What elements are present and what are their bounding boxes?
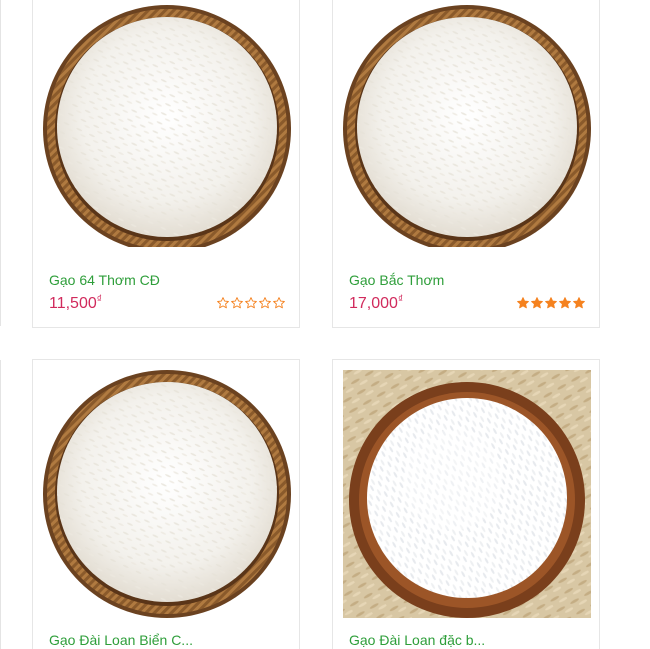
product-grid: Gạo 64 Thơm CĐ 11,500₫ Gạo Bắc Thơm 17,0… xyxy=(0,0,650,649)
star-rating xyxy=(217,297,285,309)
product-title[interactable]: Gạo Đài Loan đặc b... xyxy=(349,632,485,648)
rice-basket-icon[interactable] xyxy=(43,370,291,618)
product-title[interactable]: Gạo Bắc Thơm xyxy=(349,272,444,288)
product-card[interactable]: Gạo Đài Loan đặc b... xyxy=(332,359,600,649)
star-empty-icon xyxy=(217,297,229,309)
price-value: 11,500 xyxy=(49,295,97,312)
price-value: 17,000 xyxy=(349,295,398,312)
rice-basket-icon[interactable] xyxy=(343,0,591,247)
product-price: 17,000₫ xyxy=(349,294,404,313)
product-card[interactable]: Gạo Đài Loan Biển C... xyxy=(32,359,300,649)
star-rating xyxy=(517,297,585,309)
star-filled-icon xyxy=(545,297,557,309)
star-empty-icon xyxy=(259,297,271,309)
star-filled-icon xyxy=(559,297,571,309)
star-empty-icon xyxy=(273,297,285,309)
star-filled-icon xyxy=(573,297,585,309)
currency-symbol: ₫ xyxy=(397,294,404,305)
rice-basket-icon[interactable] xyxy=(43,0,291,247)
star-empty-icon xyxy=(231,297,243,309)
product-card[interactable]: Gạo Bắc Thơm 17,000₫ xyxy=(332,0,600,328)
star-filled-icon xyxy=(531,297,543,309)
currency-symbol: ₫ xyxy=(96,294,102,305)
left-edge-divider xyxy=(0,360,1,649)
product-title[interactable]: Gạo Đài Loan Biển C... xyxy=(49,632,193,648)
product-title[interactable]: Gạo 64 Thơm CĐ xyxy=(49,272,160,288)
product-price: 11,500₫ xyxy=(49,294,102,313)
rice-bowl-icon[interactable] xyxy=(343,370,591,618)
product-card[interactable]: Gạo 64 Thơm CĐ 11,500₫ xyxy=(32,0,300,328)
star-filled-icon xyxy=(517,297,529,309)
left-edge-divider xyxy=(0,0,1,326)
star-empty-icon xyxy=(245,297,257,309)
